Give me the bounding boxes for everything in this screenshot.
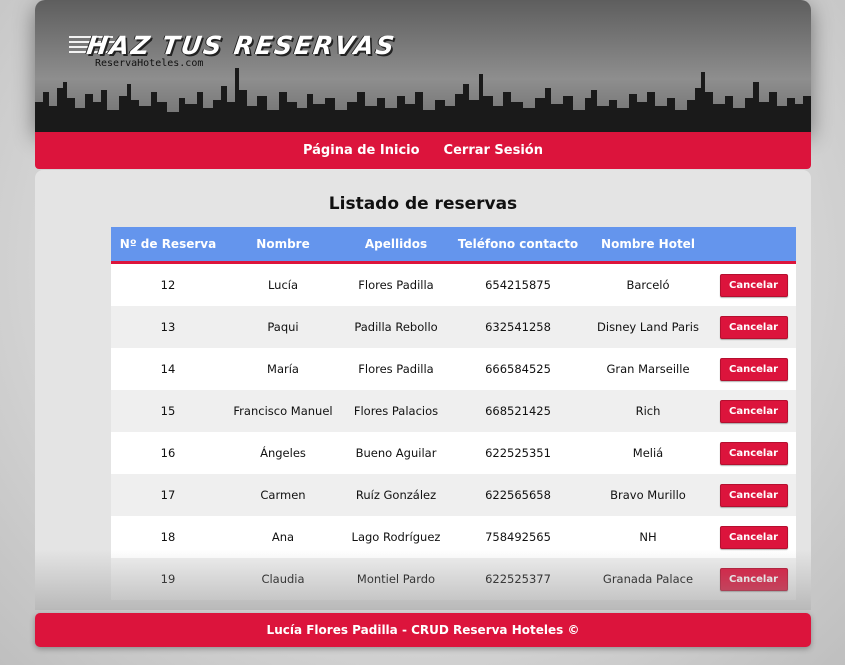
cell-reservation-number: 13 bbox=[111, 306, 225, 348]
column-header-phone: Teléfono contacto bbox=[451, 227, 585, 264]
cell-phone: 666584525 bbox=[451, 348, 585, 390]
cell-reservation-number: 19 bbox=[111, 558, 225, 600]
cell-surnames: Lago Rodríguez bbox=[341, 516, 451, 558]
cell-reservation-number: 14 bbox=[111, 348, 225, 390]
cell-actions: Cancelar bbox=[711, 262, 796, 306]
cell-name: Paqui bbox=[225, 306, 341, 348]
nav-link-logout[interactable]: Cerrar Sesión bbox=[444, 143, 543, 158]
cell-reservation-number: 16 bbox=[111, 432, 225, 474]
cell-actions: Cancelar bbox=[711, 474, 796, 516]
cell-name: Ángeles bbox=[225, 432, 341, 474]
cell-phone: 622525377 bbox=[451, 558, 585, 600]
column-header-hotel: Nombre Hotel bbox=[585, 227, 711, 264]
cell-name: Claudia bbox=[225, 558, 341, 600]
cell-hotel: Meliá bbox=[585, 432, 711, 474]
table-row: 18 Ana Lago Rodríguez 758492565 NH Cance… bbox=[111, 516, 796, 558]
cell-surnames: Flores Padilla bbox=[341, 262, 451, 306]
cell-actions: Cancelar bbox=[711, 558, 796, 600]
table-row: 12 Lucía Flores Padilla 654215875 Barcel… bbox=[111, 262, 796, 306]
cell-surnames: Ruíz González bbox=[341, 474, 451, 516]
cell-actions: Cancelar bbox=[711, 432, 796, 474]
cell-name: Lucía bbox=[225, 262, 341, 306]
cell-surnames: Padilla Rebollo bbox=[341, 306, 451, 348]
table-row: 14 María Flores Padilla 666584525 Gran M… bbox=[111, 348, 796, 390]
reservations-table-container: Nº de Reserva Nombre Apellidos Teléfono … bbox=[111, 227, 796, 600]
cancel-button[interactable]: Cancelar bbox=[719, 525, 788, 549]
column-header-surnames: Apellidos bbox=[341, 227, 451, 264]
cell-reservation-number: 17 bbox=[111, 474, 225, 516]
cancel-button[interactable]: Cancelar bbox=[719, 357, 788, 381]
site-logo-title: HAZ TUS RESERVAS bbox=[84, 31, 398, 60]
page-container: HAZ TUS RESERVAS ReservaHoteles.com Pági… bbox=[35, 0, 811, 665]
cell-reservation-number: 12 bbox=[111, 262, 225, 306]
cell-phone: 622565658 bbox=[451, 474, 585, 516]
cell-hotel: Barceló bbox=[585, 262, 711, 306]
column-header-actions bbox=[711, 227, 796, 264]
cell-actions: Cancelar bbox=[711, 516, 796, 558]
cell-hotel: Gran Marseille bbox=[585, 348, 711, 390]
page-footer: Lucía Flores Padilla - CRUD Reserva Hote… bbox=[35, 613, 811, 647]
table-row: 13 Paqui Padilla Rebollo 632541258 Disne… bbox=[111, 306, 796, 348]
cell-actions: Cancelar bbox=[711, 390, 796, 432]
cell-hotel: Rich bbox=[585, 390, 711, 432]
table-header-row: Nº de Reserva Nombre Apellidos Teléfono … bbox=[111, 227, 796, 264]
cell-name: Carmen bbox=[225, 474, 341, 516]
cell-surnames: Flores Padilla bbox=[341, 348, 451, 390]
cell-hotel: Granada Palace bbox=[585, 558, 711, 600]
cell-hotel: NH bbox=[585, 516, 711, 558]
table-row: 19 Claudia Montiel Pardo 622525377 Grana… bbox=[111, 558, 796, 600]
cancel-button[interactable]: Cancelar bbox=[719, 567, 788, 591]
table-row: 15 Francisco Manuel Flores Palacios 6685… bbox=[111, 390, 796, 432]
main-content: Listado de reservas Nº de Reserva Nombre… bbox=[35, 170, 811, 610]
cell-reservation-number: 15 bbox=[111, 390, 225, 432]
cell-actions: Cancelar bbox=[711, 306, 796, 348]
city-skyline-image bbox=[35, 68, 811, 132]
cell-phone: 654215875 bbox=[451, 262, 585, 306]
cancel-button[interactable]: Cancelar bbox=[719, 483, 788, 507]
cell-phone: 758492565 bbox=[451, 516, 585, 558]
nav-link-home[interactable]: Página de Inicio bbox=[303, 143, 420, 158]
cell-hotel: Disney Land Paris bbox=[585, 306, 711, 348]
reservations-table: Nº de Reserva Nombre Apellidos Teléfono … bbox=[111, 227, 796, 600]
main-navbar: Página de Inicio Cerrar Sesión bbox=[35, 132, 811, 169]
cell-phone: 632541258 bbox=[451, 306, 585, 348]
cell-surnames: Montiel Pardo bbox=[341, 558, 451, 600]
header-banner: HAZ TUS RESERVAS ReservaHoteles.com bbox=[35, 0, 811, 132]
cell-phone: 622525351 bbox=[451, 432, 585, 474]
cell-phone: 668521425 bbox=[451, 390, 585, 432]
cell-name: María bbox=[225, 348, 341, 390]
cell-name: Ana bbox=[225, 516, 341, 558]
cell-hotel: Bravo Murillo bbox=[585, 474, 711, 516]
cancel-button[interactable]: Cancelar bbox=[719, 273, 788, 297]
cancel-button[interactable]: Cancelar bbox=[719, 399, 788, 423]
page-title: Listado de reservas bbox=[328, 194, 518, 214]
cell-reservation-number: 18 bbox=[111, 516, 225, 558]
table-row: 17 Carmen Ruíz González 622565658 Bravo … bbox=[111, 474, 796, 516]
cancel-button[interactable]: Cancelar bbox=[719, 315, 788, 339]
cell-actions: Cancelar bbox=[711, 348, 796, 390]
table-row: 16 Ángeles Bueno Aguilar 622525351 Meliá… bbox=[111, 432, 796, 474]
column-header-name: Nombre bbox=[225, 227, 341, 264]
cell-surnames: Bueno Aguilar bbox=[341, 432, 451, 474]
cell-name: Francisco Manuel bbox=[225, 390, 341, 432]
cell-surnames: Flores Palacios bbox=[341, 390, 451, 432]
column-header-reservation-number: Nº de Reserva bbox=[111, 227, 225, 264]
cancel-button[interactable]: Cancelar bbox=[719, 441, 788, 465]
